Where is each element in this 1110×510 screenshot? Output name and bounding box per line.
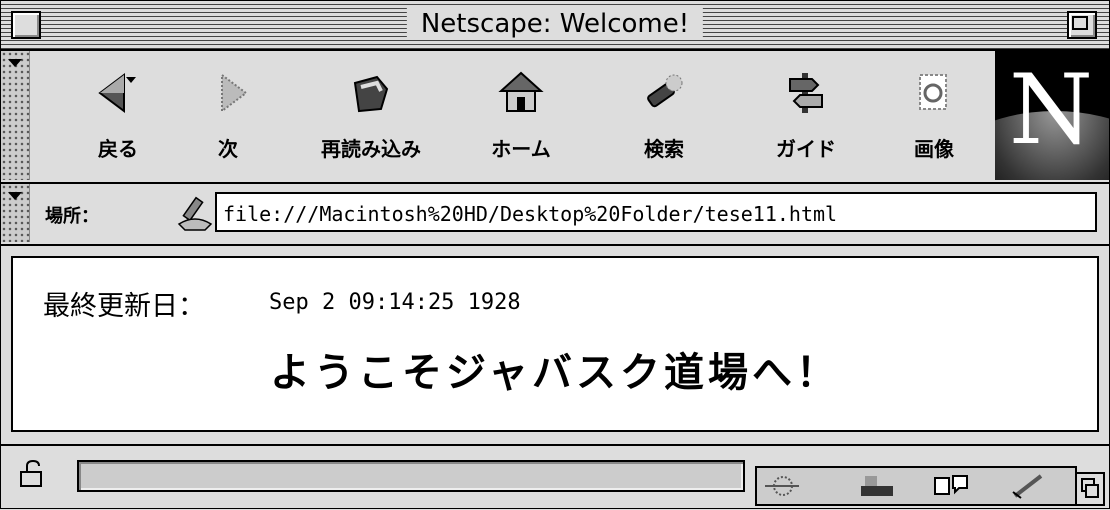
composer-pen-icon[interactable] (1009, 472, 1049, 500)
forward-label: 次 (218, 137, 238, 161)
back-label: 戻る (98, 137, 138, 161)
resize-handle[interactable] (1075, 472, 1105, 506)
guide-signpost-icon (789, 73, 823, 113)
window-title: Netscape: Welcome! (406, 8, 704, 40)
netscape-logo-letter: N (1009, 54, 1093, 166)
last-modified-label: 最終更新日： (43, 291, 205, 322)
home-button[interactable]: ホーム (466, 69, 576, 169)
search-button[interactable]: 検索 (609, 69, 719, 169)
status-message (77, 460, 745, 492)
location-bar: 場所： file:///Macintosh%20HD/Desktop%20Fol… (1, 184, 1109, 246)
title-bar[interactable]: Netscape: Welcome! (1, 1, 1109, 51)
browser-window: Netscape: Welcome! 戻る 次 再読み込み ホーム 検索 ガイド… (0, 0, 1110, 509)
zoom-box[interactable] (1067, 11, 1097, 39)
composer-icon[interactable] (857, 472, 897, 500)
security-lock-icon[interactable] (17, 458, 49, 490)
forward-arrow-icon (221, 73, 248, 113)
navigation-toolbar: 戻る 次 再読み込み ホーム 検索 ガイド 画像 N (1, 51, 1109, 184)
welcome-heading: ようこそジャバスク道場へ！ (270, 350, 840, 396)
guide-label: ガイド (776, 137, 836, 161)
page-proxy-icon[interactable] (175, 194, 215, 234)
url-field[interactable]: file:///Macintosh%20HD/Desktop%20Folder/… (215, 192, 1097, 232)
toolbar-collapse-tab[interactable] (1, 51, 30, 180)
guide-button[interactable]: ガイド (751, 69, 861, 169)
search-flashlight-icon (647, 74, 683, 108)
messenger-icon[interactable] (931, 472, 971, 500)
location-label: 場所： (45, 206, 99, 227)
images-label: 画像 (914, 137, 954, 161)
page-content: 最終更新日： Sep 2 09:14:25 1928 ようこそジャバスク道場へ！ (11, 256, 1099, 432)
back-arrow-icon (98, 73, 136, 113)
last-modified-value: Sep 2 09:14:25 1928 (269, 290, 521, 315)
netscape-logo[interactable]: N (995, 51, 1109, 180)
back-button[interactable]: 戻る (63, 69, 173, 169)
search-label: 検索 (644, 137, 684, 161)
reload-icon (353, 75, 389, 113)
images-icon (919, 74, 947, 110)
status-bar (1, 444, 1109, 510)
reload-label: 再読み込み (321, 137, 421, 161)
location-collapse-tab[interactable] (1, 184, 30, 242)
home-icon (498, 71, 544, 112)
close-box[interactable] (11, 11, 41, 39)
reload-button[interactable]: 再読み込み (316, 69, 426, 169)
forward-button[interactable]: 次 (173, 69, 283, 169)
home-label: ホーム (491, 137, 551, 161)
navigator-icon[interactable] (761, 472, 801, 500)
component-bar (755, 466, 1077, 506)
images-button[interactable]: 画像 (879, 69, 989, 169)
